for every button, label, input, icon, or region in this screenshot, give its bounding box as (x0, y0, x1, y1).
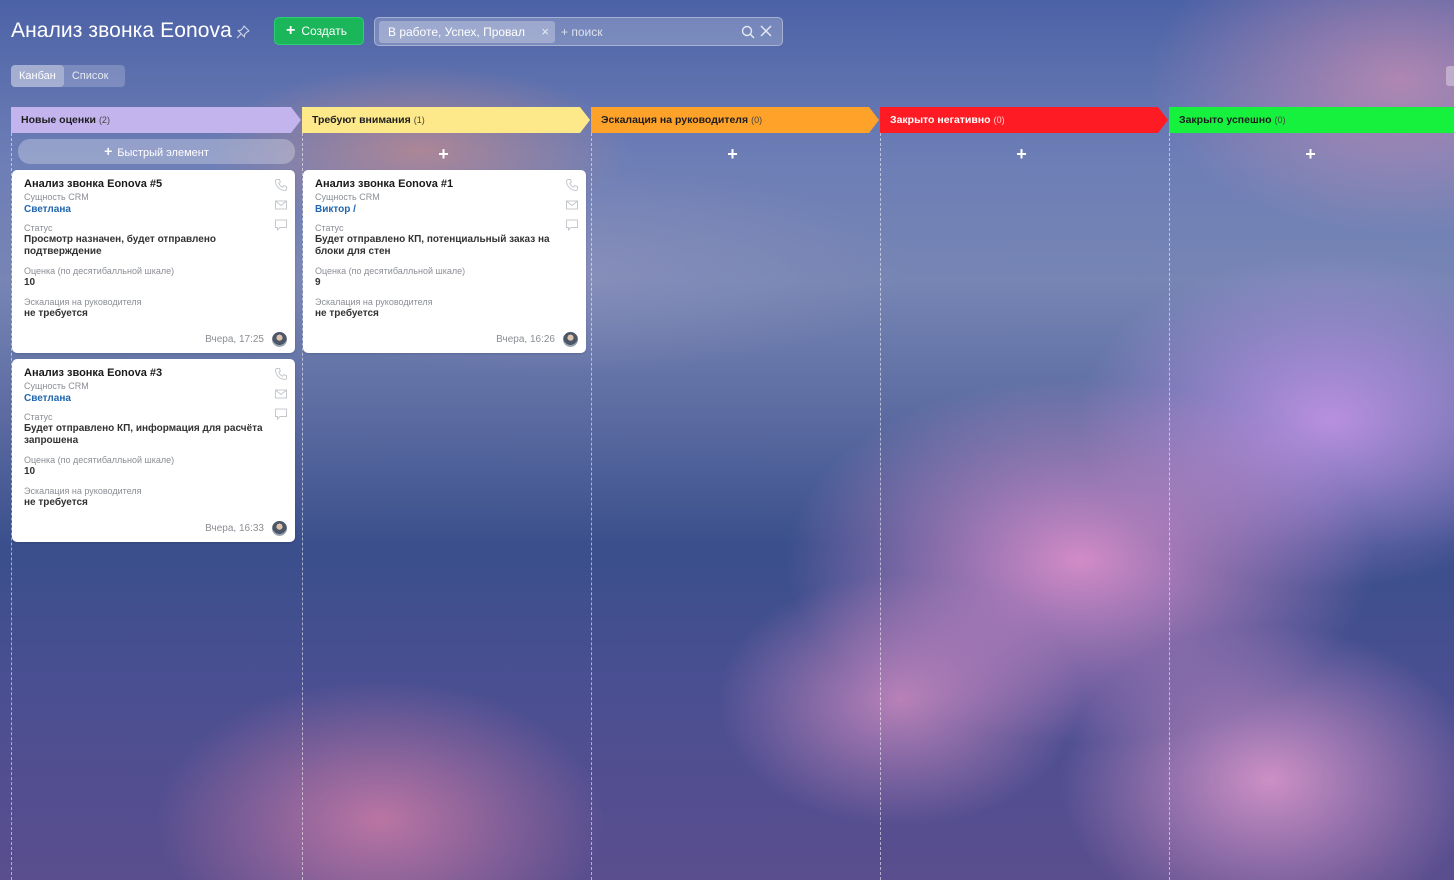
card-actions (565, 178, 579, 232)
view-switch: Канбан Список (11, 65, 125, 87)
column-count: (0) (993, 115, 1005, 125)
card-label: Статус (24, 223, 53, 233)
column-count: (1) (413, 115, 425, 125)
create-button[interactable]: + Создать (274, 17, 364, 45)
column-title: Закрыто негативно (890, 114, 991, 126)
close-icon[interactable]: × (541, 21, 549, 43)
column-new: Новые оценки (2) + Быстрый элемент Анализ … (11, 106, 302, 880)
card-actions (274, 367, 288, 421)
deal-card[interactable]: Анализ звонка Eonova #5 Сущность CRM Све… (12, 170, 295, 353)
card-actions (274, 178, 288, 232)
chat-icon[interactable] (274, 218, 288, 232)
filter-chip[interactable]: В работе, Успех, Провал × (379, 21, 555, 43)
phone-icon[interactable] (274, 367, 288, 381)
quick-add-label: Быстрый элемент (117, 147, 209, 159)
card-time: Вчера, 17:25 (205, 334, 264, 345)
card-time: Вчера, 16:26 (496, 334, 555, 345)
card-label: Оценка (по десятибалльной шкале) (24, 455, 175, 465)
avatar[interactable] (272, 332, 287, 347)
column-title: Закрыто успешно (1179, 114, 1272, 126)
add-card-button[interactable]: + (591, 143, 874, 165)
deal-card[interactable]: Анализ звонка Eonova #1 Сущность CRM Вик… (303, 170, 586, 353)
column-divider (880, 133, 881, 880)
kanban-board: Новые оценки (2) + Быстрый элемент Анализ … (0, 106, 1454, 880)
card-label: Эскалация на руководителя (24, 297, 142, 307)
column-title: Новые оценки (21, 114, 96, 126)
column-escalation: Эскалация на руководителя (0) + (591, 106, 880, 880)
card-label: Сущность CRM (24, 192, 89, 202)
card-label: Сущность CRM (315, 192, 380, 202)
filter-search-box[interactable]: В работе, Успех, Провал × (374, 17, 783, 46)
card-status-value: Просмотр назначен, будет отправлено подт… (24, 234, 216, 257)
phone-icon[interactable] (274, 178, 288, 192)
column-header[interactable]: Закрыто негативно (0) (880, 107, 1168, 133)
card-title[interactable]: Анализ звонка Eonova #5 (24, 178, 283, 190)
card-status-value: Будет отправлено КП, потенциальный заказ… (315, 234, 550, 257)
card-contact-link[interactable]: Светлана (24, 393, 283, 404)
column-closed-negative: Закрыто негативно (0) + (880, 106, 1169, 880)
mail-icon[interactable] (274, 198, 288, 212)
tab-kanban[interactable]: Канбан (11, 65, 64, 87)
deal-card[interactable]: Анализ звонка Eonova #3 Сущность CRM Све… (12, 359, 295, 542)
card-label: Статус (315, 223, 344, 233)
settings-handle[interactable] (1446, 66, 1454, 86)
tab-list[interactable]: Список (64, 65, 117, 87)
add-card-button[interactable]: + (880, 143, 1163, 165)
card-label: Оценка (по десятибалльной шкале) (24, 266, 175, 276)
card-score-value: 10 (24, 466, 36, 477)
card-contact-link[interactable]: Светлана (24, 204, 283, 215)
card-label: Сущность CRM (24, 381, 89, 391)
clear-icon[interactable] (760, 25, 772, 37)
card-escalation-value: не требуется (315, 308, 379, 319)
card-escalation-value: не требуется (24, 308, 88, 319)
card-footer: Вчера, 16:33 (205, 521, 287, 536)
card-label: Статус (24, 412, 53, 422)
plus-icon: + (286, 22, 296, 39)
page-title: Анализ звонка Eonova (11, 19, 232, 42)
card-label: Эскалация на руководителя (315, 297, 433, 307)
search-icon[interactable] (741, 25, 755, 39)
plus-icon: + (104, 143, 113, 159)
column-header[interactable]: Закрыто успешно (0) (1169, 107, 1454, 133)
avatar[interactable] (272, 521, 287, 536)
add-card-button[interactable]: + (1169, 143, 1452, 165)
create-button-label: Создать (301, 24, 347, 38)
card-footer: Вчера, 16:26 (496, 332, 578, 347)
column-header[interactable]: Эскалация на руководителя (0) (591, 107, 879, 133)
column-divider (591, 133, 592, 880)
column-closed-success: Закрыто успешно (0) + (1169, 106, 1454, 880)
card-label: Эскалация на руководителя (24, 486, 142, 496)
card-escalation-value: не требуется (24, 497, 88, 508)
column-attention: Требуют внимания (1) + Анализ звонка Eono… (302, 106, 591, 880)
card-title[interactable]: Анализ звонка Eonova #1 (315, 178, 574, 190)
mail-icon[interactable] (274, 387, 288, 401)
column-count: (0) (1274, 115, 1286, 125)
column-count: (0) (751, 115, 763, 125)
card-status-value: Будет отправлено КП, информация для расч… (24, 423, 263, 446)
card-label: Оценка (по десятибалльной шкале) (315, 266, 466, 276)
filter-chip-label: В работе, Успех, Провал (388, 25, 525, 39)
card-score-value: 9 (315, 277, 321, 288)
column-title: Эскалация на руководителя (601, 114, 749, 126)
add-card-button[interactable]: + (302, 143, 585, 165)
mail-icon[interactable] (565, 198, 579, 212)
card-title[interactable]: Анализ звонка Eonova #3 (24, 367, 283, 379)
quick-add-button[interactable]: + Быстрый элемент (18, 139, 295, 164)
card-time: Вчера, 16:33 (205, 523, 264, 534)
column-title: Требуют внимания (312, 114, 411, 126)
phone-icon[interactable] (565, 178, 579, 192)
header: Анализ звонка Eonova + Создать В работе,… (0, 0, 1454, 62)
search-input[interactable] (561, 22, 731, 42)
card-footer: Вчера, 17:25 (205, 332, 287, 347)
column-count: (2) (98, 115, 110, 125)
column-header[interactable]: Требуют внимания (1) (302, 107, 590, 133)
column-divider (1169, 133, 1170, 880)
card-contact-link[interactable]: Виктор / (315, 204, 574, 215)
pin-icon[interactable] (236, 25, 250, 39)
chat-icon[interactable] (274, 407, 288, 421)
chat-icon[interactable] (565, 218, 579, 232)
card-score-value: 10 (24, 277, 36, 288)
column-header[interactable]: Новые оценки (2) (11, 107, 301, 133)
avatar[interactable] (563, 332, 578, 347)
